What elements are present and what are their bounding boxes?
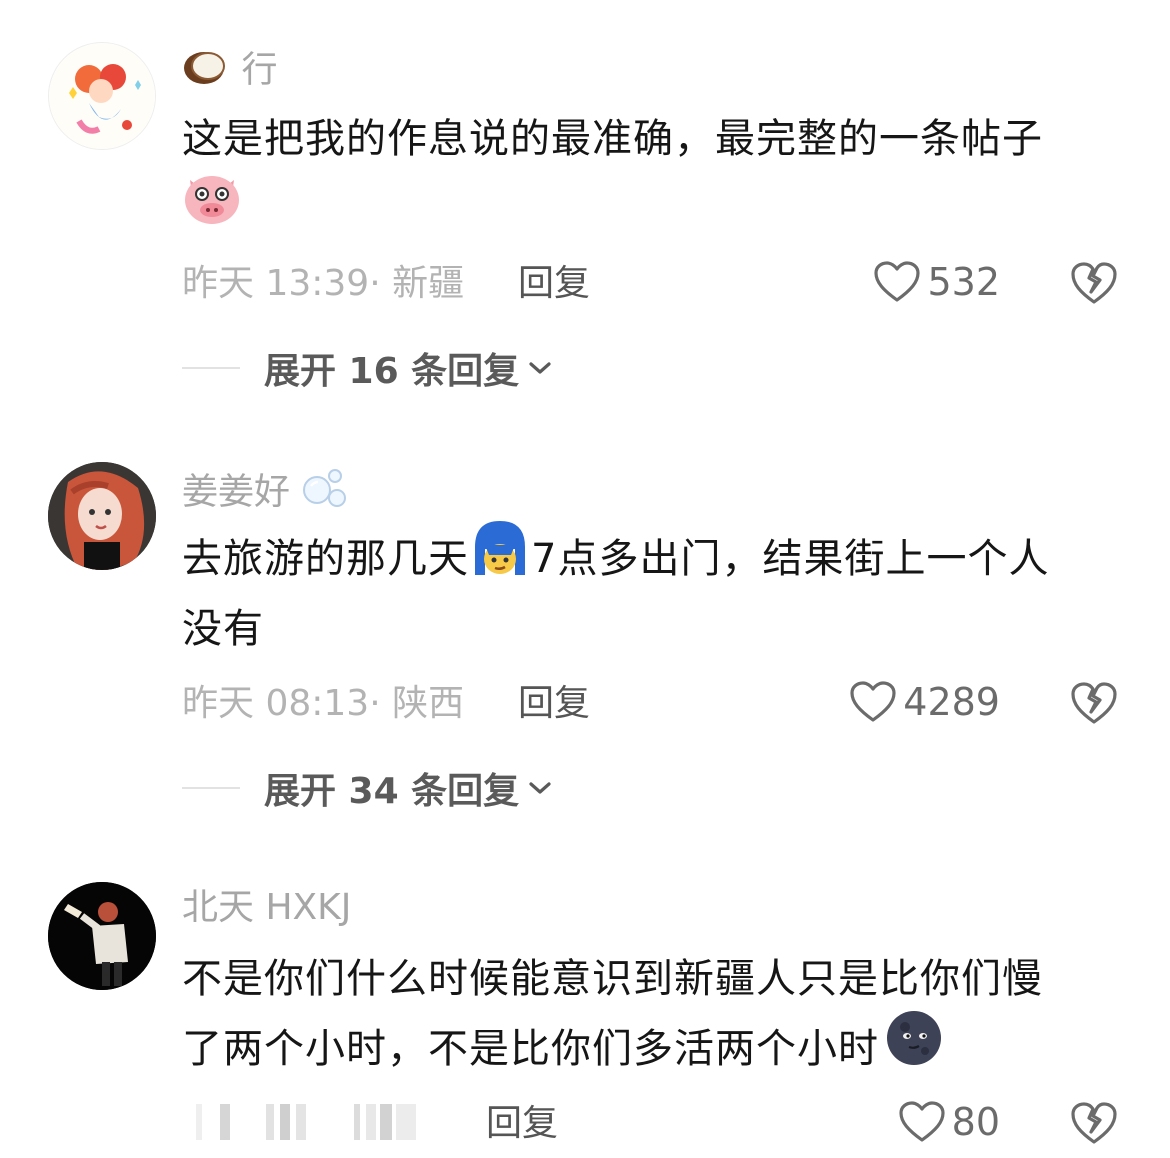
blue-hair-face-icon: [471, 519, 529, 599]
bubbles-icon: [301, 466, 349, 521]
reply-button[interactable]: 回复: [518, 682, 590, 726]
username[interactable]: 姜姜好: [182, 466, 349, 521]
like-button[interactable]: 4289: [849, 680, 1000, 724]
redaction-bars: [196, 1104, 416, 1140]
pig-face-icon: [182, 170, 242, 248]
comment-location: · 陕西: [369, 683, 465, 724]
coconut-icon: [182, 46, 230, 97]
expand-replies-label: 展开 34 条回复: [264, 771, 520, 812]
comment-meta: 昨天 13:39· 新疆: [182, 262, 464, 306]
expand-replies-button[interactable]: 展开 16 条回复: [182, 342, 553, 394]
like-button[interactable]: 80: [898, 1100, 1000, 1144]
divider-line: [182, 367, 240, 369]
comment-meta: 昨天 08:13· 陕西: [182, 682, 464, 726]
reply-button[interactable]: 回复: [518, 262, 590, 306]
broken-heart-icon[interactable]: [1070, 1100, 1118, 1146]
comment-time: 昨天 08:13: [182, 683, 370, 724]
chevron-down-icon: [529, 362, 551, 374]
heart-icon: [850, 681, 896, 722]
username[interactable]: 北天 HXKJ: [182, 886, 351, 930]
like-count: 532: [927, 260, 1000, 304]
username-text: 北天 HXKJ: [182, 887, 352, 928]
username[interactable]: 行: [182, 46, 277, 97]
broken-heart-icon[interactable]: [1070, 680, 1118, 726]
like-count: 80: [951, 1100, 1000, 1144]
avatar[interactable]: [48, 462, 156, 570]
new-moon-face-icon: [885, 1009, 943, 1089]
username-text: 姜姜好: [182, 471, 291, 513]
comment-text-segment: 7点多出门，结果街上一个人: [531, 536, 1050, 582]
comment-text: 去旅游的那几天 7点多出门，结果街上一个人 没有: [182, 521, 1122, 664]
comment-text-segment: 去旅游的那几天: [182, 536, 469, 582]
like-button[interactable]: 532: [873, 260, 1000, 304]
expand-replies-button[interactable]: 展开 34 条回复: [182, 762, 553, 814]
chevron-down-icon: [529, 782, 551, 794]
reply-button[interactable]: 回复: [486, 1102, 558, 1146]
comment-text-line: 没有: [182, 606, 264, 652]
comment-text-line: 了两个小时，不是比你们多活两个小时: [182, 1026, 879, 1072]
comment-text-line: 不是你们什么时候能意识到新疆人只是比你们慢: [182, 956, 1043, 1002]
heart-icon: [874, 261, 921, 302]
heart-icon: [899, 1101, 945, 1142]
comment-text: 这是把我的作息说的最准确，最完整的一条帖子: [182, 104, 1122, 244]
divider-line: [182, 787, 240, 789]
comment-time: 昨天 13:39: [182, 263, 370, 304]
comment-text: 不是你们什么时候能意识到新疆人只是比你们慢 了两个小时，不是比你们多活两个小时: [182, 944, 1122, 1084]
username-text: 行: [241, 49, 278, 91]
comment-location: · 新疆: [369, 263, 465, 304]
expand-replies-label: 展开 16 条回复: [264, 351, 520, 392]
comment-meta-blurred: [182, 1102, 442, 1153]
comment-text-line: 这是把我的作息说的最准确，最完整的一条帖子: [182, 116, 1043, 162]
broken-heart-icon[interactable]: [1070, 260, 1118, 306]
avatar[interactable]: [48, 42, 156, 150]
avatar[interactable]: [48, 882, 156, 990]
like-count: 4289: [903, 680, 1000, 724]
